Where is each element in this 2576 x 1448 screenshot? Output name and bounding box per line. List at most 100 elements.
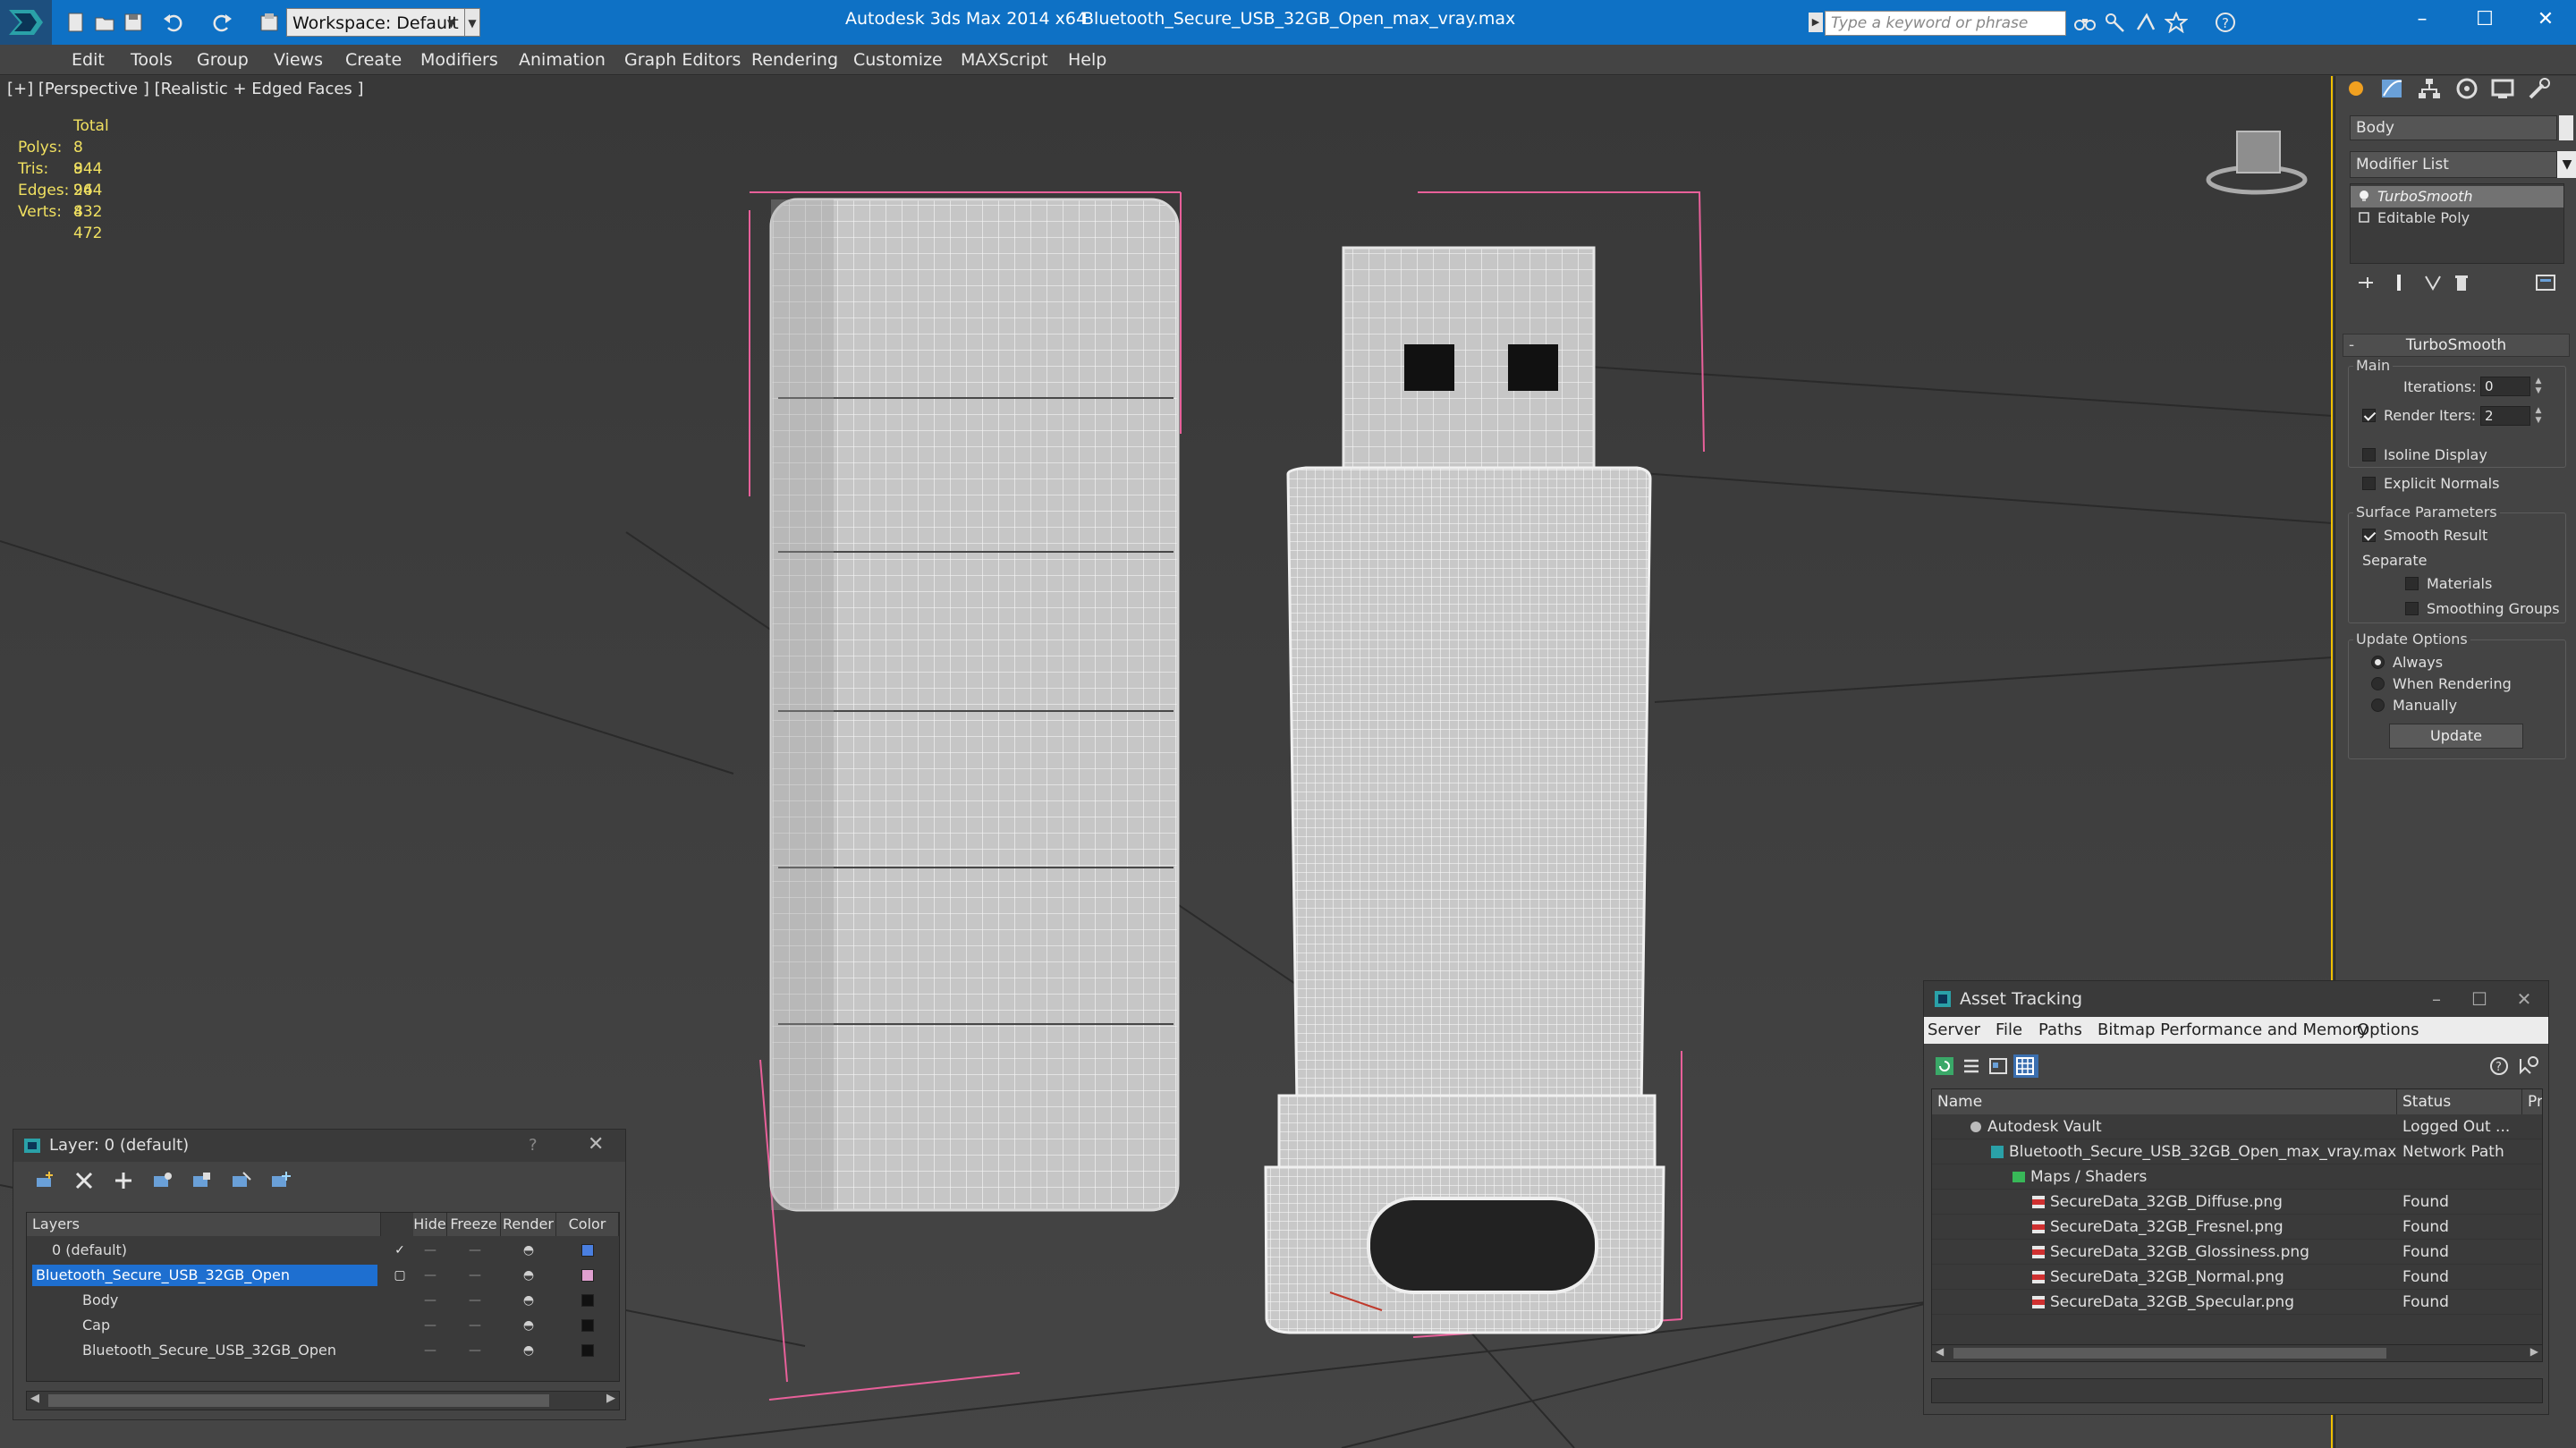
scrollbar-thumb[interactable]: [1953, 1348, 2386, 1359]
asset-row-specular[interactable]: SecureData_32GB_Specular.png Found: [1932, 1290, 2542, 1315]
asset-menu-paths[interactable]: Paths: [2038, 1020, 2082, 1039]
create-tab-icon[interactable]: [2343, 76, 2378, 103]
object-color-swatch[interactable]: [581, 1294, 594, 1307]
column-header-pro[interactable]: Pro: [2522, 1089, 2542, 1114]
always-radio[interactable]: [2371, 656, 2385, 669]
viewport-label[interactable]: [+] [Perspective ] [Realistic + Edged Fa…: [7, 80, 364, 98]
asset-row-glossiness[interactable]: SecureData_32GB_Glossiness.png Found: [1932, 1240, 2542, 1265]
open-file-icon[interactable]: [93, 11, 116, 34]
smooth-result-checkbox[interactable]: [2362, 529, 2376, 542]
project-folder-icon[interactable]: [258, 11, 281, 34]
communication-center-icon[interactable]: [2134, 12, 2157, 33]
column-header-status[interactable]: Status: [2397, 1089, 2522, 1114]
asset-dialog-titlebar[interactable]: Asset Tracking – ☐ ✕: [1924, 981, 2548, 1017]
minimize-button[interactable]: –: [2392, 0, 2453, 39]
layer-color-swatch[interactable]: [581, 1244, 594, 1257]
asset-row-vault[interactable]: Autodesk Vault Logged Out ...: [1932, 1114, 2542, 1139]
asset-row-maps-shaders[interactable]: Maps / Shaders: [1932, 1164, 2542, 1190]
menu-modifiers[interactable]: Modifiers: [420, 50, 498, 70]
freeze-toggle[interactable]: —: [462, 1313, 488, 1338]
when-rendering-radio[interactable]: [2371, 677, 2385, 690]
hide-unhide-all-layers-icon[interactable]: [230, 1169, 255, 1194]
column-header-render[interactable]: Render: [501, 1213, 556, 1236]
layer-horizontal-scrollbar[interactable]: ◀ ▶: [26, 1391, 620, 1410]
hide-toggle[interactable]: —: [417, 1238, 444, 1263]
column-header-freeze[interactable]: Freeze: [447, 1213, 501, 1236]
render-teapot-icon[interactable]: ◓: [515, 1338, 542, 1363]
help-icon[interactable]: ?: [529, 1136, 538, 1155]
asset-menu-options[interactable]: Options: [2357, 1020, 2419, 1039]
hierarchy-tab-icon[interactable]: [2416, 76, 2452, 103]
render-iters-spinner[interactable]: 2: [2480, 406, 2530, 426]
render-iters-checkbox[interactable]: [2362, 409, 2376, 422]
save-file-icon[interactable]: [122, 11, 145, 34]
menu-views[interactable]: Views: [274, 50, 323, 70]
highlight-selected-layer-icon[interactable]: [191, 1169, 216, 1194]
hide-toggle[interactable]: —: [417, 1338, 444, 1363]
viewcube-icon[interactable]: [2205, 121, 2312, 201]
thumbnail-view-icon[interactable]: [1987, 1054, 2012, 1078]
isoline-display-checkbox[interactable]: [2362, 448, 2376, 461]
play-icon[interactable]: ▶: [1809, 13, 1823, 32]
stack-item-editable-poly[interactable]: Editable Poly: [2351, 207, 2563, 229]
layer-row-default[interactable]: 0 (default) ✓ — — ◓: [27, 1238, 619, 1263]
freeze-toggle[interactable]: —: [462, 1288, 488, 1313]
close-window-button[interactable]: ✕: [2515, 0, 2576, 39]
render-teapot-icon[interactable]: ◓: [515, 1238, 542, 1263]
select-objects-in-layer-icon[interactable]: [151, 1169, 176, 1194]
modify-tab-icon[interactable]: [2378, 76, 2414, 103]
show-end-result-icon[interactable]: [2387, 271, 2414, 294]
scroll-left-icon[interactable]: ◀: [30, 1392, 39, 1405]
close-icon[interactable]: ✕: [2502, 985, 2546, 1013]
menu-tools[interactable]: Tools: [131, 50, 173, 70]
utilities-tab-icon[interactable]: [2525, 76, 2561, 103]
layer-row-bluetooth-usb[interactable]: Bluetooth_Secure_USB_32GB_Open ▢ — — ◓: [27, 1263, 619, 1288]
hide-toggle[interactable]: —: [417, 1313, 444, 1338]
iterations-spinner[interactable]: 0: [2480, 377, 2530, 396]
update-button[interactable]: Update: [2389, 724, 2523, 749]
hide-toggle[interactable]: —: [417, 1288, 444, 1313]
binoculars-icon[interactable]: [2073, 12, 2097, 33]
pin-stack-icon[interactable]: [2355, 271, 2382, 294]
menu-graph-editors[interactable]: Graph Editors: [624, 50, 741, 70]
subscription-key-icon[interactable]: [2104, 12, 2127, 33]
chevron-down-icon[interactable]: ▼: [2557, 151, 2576, 178]
undo-icon[interactable]: [161, 11, 184, 34]
workspace-dropdown[interactable]: Workspace: Default: [286, 8, 465, 37]
menu-animation[interactable]: Animation: [519, 50, 606, 70]
maximize-button[interactable]: ☐: [2457, 985, 2502, 1013]
object-color-swatch[interactable]: [2559, 115, 2573, 140]
help-icon[interactable]: ?: [2487, 1054, 2512, 1078]
search-input[interactable]: Type a keyword or phrase: [1825, 11, 2066, 36]
column-header-name[interactable]: Name: [1932, 1089, 2397, 1114]
create-new-layer-icon[interactable]: [33, 1169, 58, 1194]
asset-horizontal-scrollbar[interactable]: ◀ ▶: [1931, 1344, 2543, 1362]
context-help-icon[interactable]: [2516, 1054, 2541, 1078]
spinner-arrows-icon[interactable]: ▲ ▼: [2534, 377, 2543, 396]
menu-rendering[interactable]: Rendering: [751, 50, 838, 70]
add-selected-to-layer-icon[interactable]: [112, 1169, 137, 1194]
menu-customize[interactable]: Customize: [853, 50, 943, 70]
asset-row-diffuse[interactable]: SecureData_32GB_Diffuse.png Found: [1932, 1190, 2542, 1215]
freeze-toggle[interactable]: —: [462, 1338, 488, 1363]
maximize-button[interactable]: ☐: [2454, 0, 2515, 39]
column-header-layers[interactable]: Layers: [27, 1213, 381, 1236]
freeze-toggle[interactable]: —: [462, 1238, 488, 1263]
close-icon[interactable]: ✕: [588, 1133, 604, 1156]
spinner-arrows-icon[interactable]: ▲ ▼: [2534, 406, 2543, 426]
menu-edit[interactable]: Edit: [72, 50, 105, 70]
refresh-icon[interactable]: [1933, 1054, 1958, 1078]
configure-modifier-sets-icon[interactable]: [2534, 271, 2561, 294]
menu-maxscript[interactable]: MAXScript: [961, 50, 1048, 70]
column-header-color[interactable]: Color: [556, 1213, 619, 1236]
motion-tab-icon[interactable]: [2453, 76, 2489, 103]
asset-menu-bitmap-performance[interactable]: Bitmap Performance and Memory: [2097, 1020, 2368, 1039]
turbosmooth-rollout-header[interactable]: - TurboSmooth: [2343, 334, 2570, 357]
manually-radio[interactable]: [2371, 699, 2385, 712]
table-view-icon[interactable]: [2013, 1054, 2038, 1078]
make-unique-icon[interactable]: [2421, 271, 2448, 294]
scroll-left-icon[interactable]: ◀: [1936, 1345, 1944, 1358]
scroll-right-icon[interactable]: ▶: [2530, 1345, 2538, 1358]
menu-help[interactable]: Help: [1068, 50, 1106, 70]
hide-toggle[interactable]: —: [417, 1263, 444, 1288]
